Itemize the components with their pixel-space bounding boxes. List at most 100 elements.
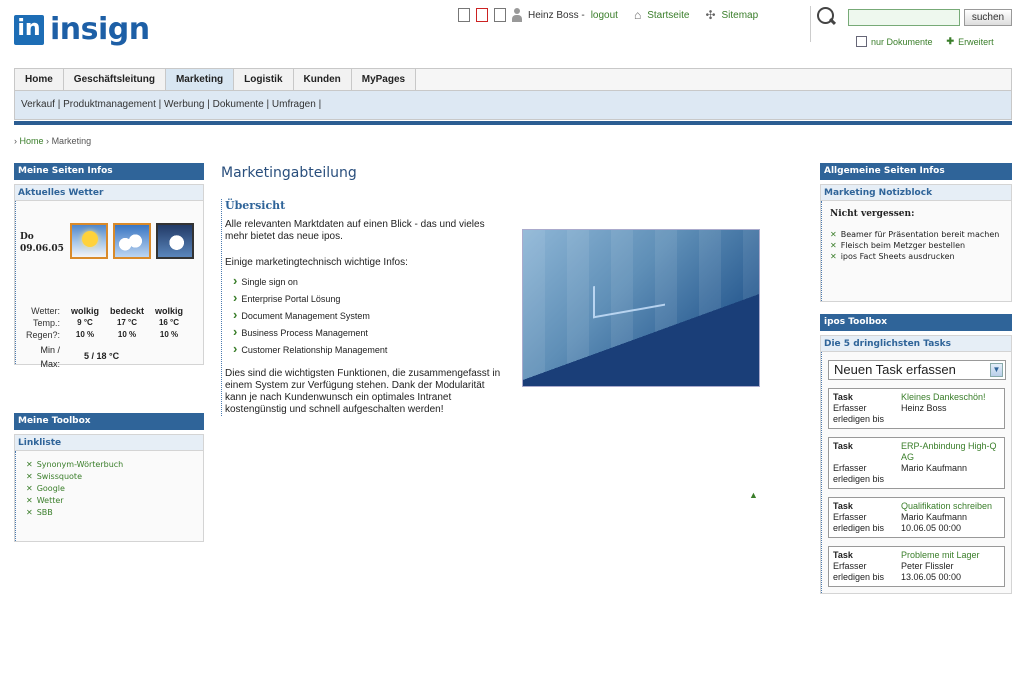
task-card[interactable]: Task Kleines Dankeschön! Erfasser Heinz Bo… bbox=[828, 388, 1005, 429]
rain-3: 10 % bbox=[159, 330, 179, 339]
weather-table: Wetter: wolkig bedeckt wolkig Temp.: 9 °… bbox=[20, 305, 190, 341]
logout-link[interactable]: logout bbox=[591, 10, 618, 21]
erfasser-label: Erfasser bbox=[833, 512, 867, 522]
tab-logistik[interactable]: Logistik bbox=[234, 69, 294, 90]
erfasser-label: Erfasser bbox=[833, 403, 867, 413]
weather-date-value: 09.06.05 bbox=[20, 244, 64, 254]
note-bullet-icon: ✕ bbox=[830, 252, 837, 261]
note-bullet-icon: ✕ bbox=[830, 241, 837, 250]
logo-mark: in bbox=[14, 14, 44, 45]
ipos-toolbox-title: ipos Toolbox bbox=[820, 314, 1012, 331]
temp-1: 9 °C bbox=[77, 318, 93, 327]
notiz-panel: Marketing Notizblock Nicht vergessen: ✕ B… bbox=[820, 184, 1012, 302]
chevron-down-icon[interactable]: ▼ bbox=[990, 363, 1003, 377]
minmax-label: Min / bbox=[40, 345, 60, 355]
linklist: ✕ Synonym-Wörterbuch ✕ Swissquote ✕ Google … bbox=[15, 451, 203, 541]
pdf-icon[interactable] bbox=[476, 8, 488, 22]
notiz-heading: Nicht vergessen: bbox=[830, 209, 915, 219]
task-name[interactable]: ERP-Anbindung High-Q AG bbox=[901, 441, 1000, 463]
notiz-body: Nicht vergessen: ✕ Beamer für Präsentatio… bbox=[821, 201, 1011, 301]
new-task-label: Neuen Task erfassen bbox=[834, 362, 956, 377]
linklist-panel: Linkliste ✕ Synonym-Wörterbuch ✕ Swissquot… bbox=[14, 434, 204, 542]
print-icon[interactable] bbox=[458, 8, 470, 22]
logo[interactable]: in insign bbox=[14, 12, 150, 47]
task-name[interactable]: Probleme mit Lager bbox=[901, 550, 1000, 561]
task-name[interactable]: Qualifikation schreiben bbox=[901, 501, 1000, 512]
due-label: erledigen bis bbox=[833, 474, 885, 484]
link-item[interactable]: ✕ Swissquote bbox=[26, 471, 195, 483]
tab-kunden[interactable]: Kunden bbox=[293, 69, 352, 90]
task-due: 13.06.05 00:00 bbox=[901, 572, 962, 582]
search-button[interactable]: suchen bbox=[964, 8, 1012, 26]
task-card[interactable]: Task ERP-Anbindung High-Q AG Erfasser Mari… bbox=[828, 437, 1005, 489]
weather-minmax: Min / Max: 5 / 18 °C bbox=[20, 343, 119, 371]
link-item[interactable]: ✕ Wetter bbox=[26, 495, 195, 507]
due-label: erledigen bis bbox=[833, 523, 885, 533]
task-due: 10.06.05 00:00 bbox=[901, 523, 962, 533]
sitemap-link[interactable]: Sitemap bbox=[722, 10, 759, 21]
link-item[interactable]: ✕ SBB bbox=[26, 507, 195, 519]
task-due bbox=[901, 474, 1000, 485]
new-task-select[interactable]: Neuen Task erfassen ▼ bbox=[828, 360, 1006, 380]
linklist-title: Linkliste bbox=[15, 435, 203, 451]
tasks-body: Neuen Task erfassen ▼ Task Kleines Dankes… bbox=[821, 352, 1011, 593]
temp-label: Temp.: bbox=[32, 318, 60, 328]
sub-nav[interactable]: Verkauf | Produktmanagement | Werbung | … bbox=[14, 90, 1012, 120]
only-docs-checkbox[interactable] bbox=[856, 36, 867, 47]
right-sidebar: Allgemeine Seiten Infos Marketing Notizb… bbox=[820, 163, 1012, 594]
due-label: erledigen bis bbox=[833, 572, 885, 582]
note-bullet-icon: ✕ bbox=[830, 230, 837, 239]
task-erfasser: Heinz Boss bbox=[901, 403, 947, 413]
tab-marketing[interactable]: Marketing bbox=[165, 69, 235, 90]
document-icon[interactable] bbox=[494, 8, 506, 22]
back-to-top-icon[interactable]: ▲ bbox=[749, 490, 758, 500]
due-label: erledigen bis bbox=[833, 414, 885, 424]
weather-title: Aktuelles Wetter bbox=[15, 185, 203, 201]
rain-label: Regen?: bbox=[25, 330, 60, 340]
weather-panel: Aktuelles Wetter Do 09.06.05 Wetter: wol… bbox=[14, 184, 204, 369]
left-sidebar: Meine Seiten Infos Aktuelles Wetter Do 0… bbox=[14, 163, 204, 542]
tab-home[interactable]: Home bbox=[15, 69, 64, 90]
advanced-search-link[interactable]: Erweitert bbox=[958, 37, 994, 47]
weather-label: Wetter: bbox=[31, 306, 60, 316]
notiz-title: Marketing Notizblock bbox=[821, 185, 1011, 201]
task-label: Task bbox=[833, 501, 853, 511]
search-area: suchen nur Dokumente ✚ Erweitert bbox=[816, 6, 1012, 47]
breadcrumb-arrow-icon: › bbox=[14, 136, 17, 146]
minmax-value: 5 / 18 °C bbox=[84, 351, 120, 361]
main-nav: Home Geschäftsleitung Marketing Logistik… bbox=[14, 68, 1012, 90]
tab-mypages[interactable]: MyPages bbox=[351, 69, 417, 90]
link-item[interactable]: ✕ Synonym-Wörterbuch bbox=[26, 459, 195, 471]
intro-text: Alle relevanten Marktdaten auf einen Bli… bbox=[225, 219, 485, 242]
temp-2: 17 °C bbox=[116, 318, 138, 327]
header-utilities: Heinz Boss - logout ⌂ Startseite ✣ Sitem… bbox=[458, 8, 758, 22]
erfasser-label: Erfasser bbox=[833, 463, 867, 473]
task-name[interactable]: Kleines Dankeschön! bbox=[901, 392, 1000, 403]
sitemap-icon: ✣ bbox=[705, 8, 716, 22]
closing-text: Dies sind die wichtigsten Funktionen, di… bbox=[225, 368, 501, 415]
search-icon bbox=[816, 6, 838, 28]
info-intro: Einige marketingtechnisch wichtige Infos… bbox=[225, 257, 408, 268]
condition-1: wolkig bbox=[70, 306, 99, 316]
my-infos-title: Meine Seiten Infos bbox=[14, 163, 204, 180]
tab-geschaeftsleitung[interactable]: Geschäftsleitung bbox=[63, 69, 166, 90]
only-docs-label: nur Dokumente bbox=[871, 36, 933, 47]
condition-3: wolkig bbox=[154, 306, 183, 316]
logo-text: insign bbox=[50, 12, 150, 47]
home-icon: ⌂ bbox=[633, 8, 642, 22]
main-content: Marketingabteilung Übersicht Alle releva… bbox=[221, 165, 761, 500]
marketing-chart-photo bbox=[522, 229, 760, 387]
link-bullet-icon: ✕ bbox=[26, 472, 33, 481]
task-due bbox=[901, 414, 1000, 425]
minmax-label-2: Max: bbox=[40, 359, 60, 369]
task-card[interactable]: Task Probleme mit Lager Erfasser Peter Fli… bbox=[828, 546, 1005, 587]
search-input[interactable] bbox=[848, 8, 960, 26]
cloudy-icon bbox=[156, 223, 194, 259]
startseite-link[interactable]: Startseite bbox=[647, 10, 689, 21]
link-item[interactable]: ✕ Google bbox=[26, 483, 195, 495]
task-card[interactable]: Task Qualifikation schreiben Erfasser Mari… bbox=[828, 497, 1005, 538]
notiz-item: ✕ ipos Fact Sheets ausdrucken bbox=[830, 252, 955, 261]
breadcrumb-home[interactable]: Home bbox=[20, 136, 44, 146]
rain-1: 10 % bbox=[75, 330, 95, 339]
notiz-item: ✕ Beamer für Präsentation bereit machen bbox=[830, 230, 1000, 239]
